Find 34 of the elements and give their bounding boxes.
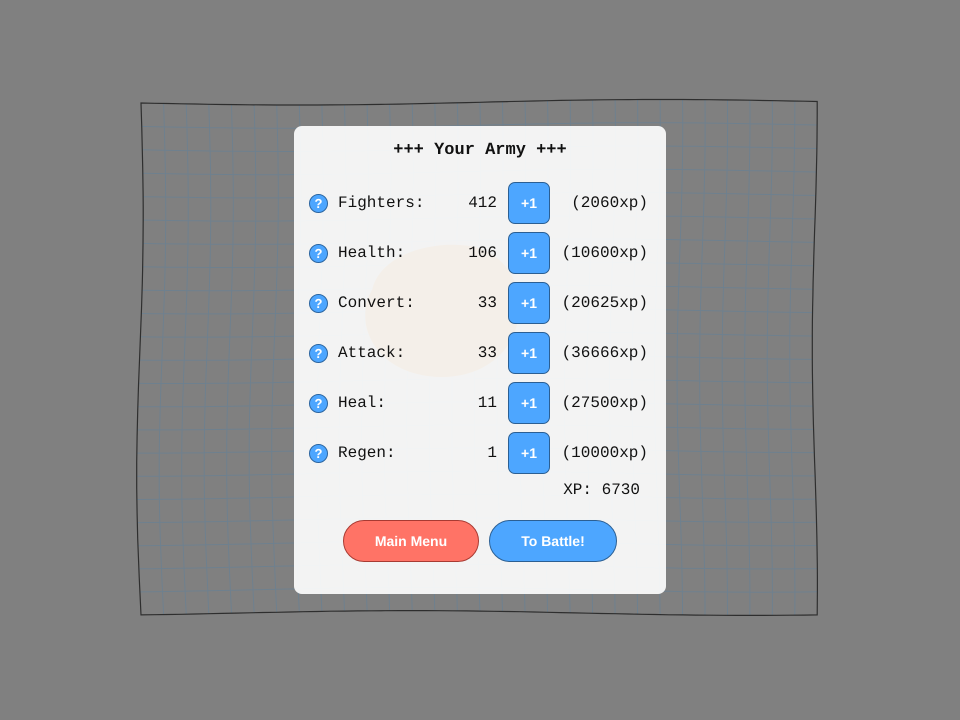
help-button[interactable]: ? bbox=[309, 294, 328, 312]
stat-label: Regen: bbox=[338, 443, 397, 463]
help-button[interactable]: ? bbox=[309, 394, 328, 412]
upgrade-button[interactable]: +1 bbox=[508, 182, 550, 224]
stat-label: Convert: bbox=[338, 293, 416, 313]
upgrade-cost: (20625xp) bbox=[560, 293, 648, 313]
stat-value: 11 bbox=[476, 393, 497, 413]
upgrade-cost: (10000xp) bbox=[560, 443, 648, 463]
stat-label: Attack: bbox=[338, 343, 406, 363]
upgrade-cost: (2060xp) bbox=[570, 193, 648, 213]
upgrade-cost: (27500xp) bbox=[560, 393, 648, 413]
upgrade-button[interactable]: +1 bbox=[508, 282, 550, 324]
upgrade-button[interactable]: +1 bbox=[508, 332, 550, 374]
stat-value: 412 bbox=[467, 193, 497, 213]
stat-value: 106 bbox=[467, 243, 497, 263]
upgrade-button[interactable]: +1 bbox=[508, 432, 550, 474]
panel-title: +++ Your Army +++ bbox=[392, 140, 568, 162]
help-button[interactable]: ? bbox=[309, 244, 328, 262]
stat-value: 33 bbox=[476, 293, 497, 313]
xp-total: XP: 6730 bbox=[563, 480, 640, 500]
stat-label: Fighters: bbox=[338, 193, 426, 213]
upgrade-cost: (36666xp) bbox=[560, 343, 648, 363]
upgrade-cost: (10600xp) bbox=[560, 243, 648, 263]
stat-value: 1 bbox=[486, 443, 497, 463]
stat-value: 33 bbox=[476, 343, 497, 363]
upgrade-button[interactable]: +1 bbox=[508, 232, 550, 274]
stat-label: Heal: bbox=[338, 393, 388, 413]
upgrade-button[interactable]: +1 bbox=[508, 382, 550, 424]
main-menu-button[interactable]: Main Menu bbox=[343, 520, 479, 562]
help-button[interactable]: ? bbox=[309, 444, 328, 462]
help-button[interactable]: ? bbox=[309, 344, 328, 362]
help-button[interactable]: ? bbox=[309, 194, 328, 212]
stat-label: Health: bbox=[338, 243, 406, 263]
to-battle-button[interactable]: To Battle! bbox=[489, 520, 617, 562]
